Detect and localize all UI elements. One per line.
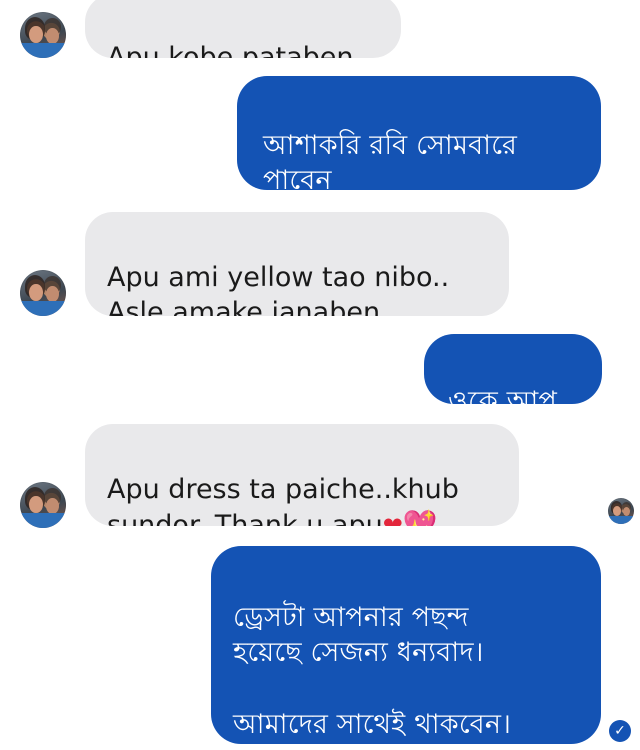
contact-avatar[interactable]	[20, 270, 66, 316]
incoming-message-bubble[interactable]: Apu dress ta paiche..khub sundor..Thank …	[85, 424, 519, 526]
message-text: আশাকরি রবি সোমবারে পাবেন	[263, 129, 518, 190]
outgoing-message-bubble[interactable]: ওকে আপু	[424, 334, 602, 404]
heart-emoji-icon: ❤	[383, 512, 403, 526]
message-text: ড্রেসটা আপনার পছন্দ হয়েছে সেজন্য ধন্যবা…	[233, 601, 512, 740]
incoming-message-bubble[interactable]: Apu kobe pataben	[85, 0, 401, 58]
message-text: ওকে আপু	[448, 385, 558, 404]
outgoing-message-bubble[interactable]: আশাকরি রবি সোমবারে পাবেন	[237, 76, 601, 190]
message-text: Apu ami yellow tao nibo.. Asle amake jan…	[107, 261, 450, 316]
check-circle-icon: ✓	[609, 720, 631, 742]
contact-avatar[interactable]	[20, 482, 66, 528]
message-text: Apu kobe pataben	[107, 41, 354, 58]
incoming-message-bubble[interactable]: Apu ami yellow tao nibo.. Asle amake jan…	[85, 212, 509, 316]
contact-avatar[interactable]	[20, 12, 66, 58]
outgoing-message-bubble[interactable]: ড্রেসটা আপনার পছন্দ হয়েছে সেজন্য ধন্যবা…	[211, 546, 601, 744]
sparkling-heart-emoji-icon: 💖	[402, 508, 438, 526]
seen-by-avatar	[608, 498, 634, 524]
